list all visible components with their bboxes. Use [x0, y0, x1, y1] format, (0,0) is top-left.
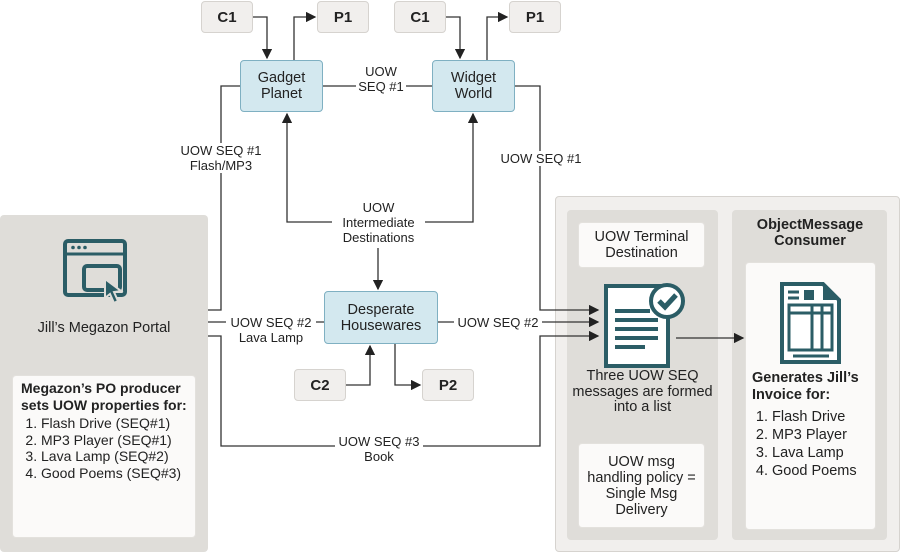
invoice-item: Good Poems: [772, 462, 874, 480]
invoice-heading: Generates Jill’s Invoice for:: [752, 370, 859, 403]
consumer-title: ObjectMessage Consumer: [756, 217, 864, 249]
label-intermediate: UOW Intermediate Destinations: [332, 200, 425, 245]
policy-box: UOW msg handling policy = Single Msg Del…: [578, 443, 705, 528]
portal-gadget-link: [208, 85, 240, 311]
terminal-caption: Three UOW SEQ messages are formed into a…: [572, 368, 713, 415]
producer-box: Megazon’s PO producer sets UOW propertie…: [12, 375, 196, 538]
label-flash-mp3: UOW SEQ #1 Flash/MP3: [172, 143, 270, 173]
portal-title: Jill’s Megazon Portal: [37, 320, 171, 336]
label-housewares-out: UOW SEQ #2: [454, 315, 542, 330]
c1-right: C1: [394, 1, 446, 33]
label-widget-out: UOW SEQ #1: [497, 151, 585, 166]
p2: P2: [422, 369, 474, 401]
invoice-item: Lava Lamp: [772, 444, 874, 462]
terminal-title: UOW Terminal Destination: [578, 222, 705, 268]
invoice-icon: [780, 282, 841, 364]
producer-item: Good Poems (SEQ#3): [41, 465, 187, 482]
producer-item: Flash Drive (SEQ#1): [41, 415, 187, 432]
producer-item: Lava Lamp (SEQ#2): [41, 448, 187, 465]
document-check-icon: [604, 283, 685, 368]
producer-heading: Megazon’s PO producer sets UOW propertie…: [21, 380, 187, 413]
widget-world: Widget World: [432, 60, 515, 112]
label-lava-lamp: UOW SEQ #2 Lava Lamp: [226, 315, 316, 345]
c1-to-widget: [446, 16, 466, 60]
gadget-planet: Gadget Planet: [240, 60, 323, 112]
desperate-housewares: Desperate Housewares: [324, 291, 438, 344]
invoice-box: Generates Jill’s Invoice for: Flash Driv…: [745, 262, 876, 530]
c1-to-gadget: [253, 16, 273, 60]
uow-diagram: C1 P1 C1 P1 Gadget Planet Widget World D…: [0, 0, 900, 552]
p1-left: P1: [317, 1, 369, 33]
gadget-to-p1: [293, 11, 317, 60]
p1-right: P1: [509, 1, 561, 33]
producer-items: Flash Drive (SEQ#1) MP3 Player (SEQ#1) L…: [21, 415, 187, 481]
c2: C2: [294, 369, 346, 401]
invoice-items: Flash Drive MP3 Player Lava Lamp Good Po…: [752, 408, 874, 480]
label-book: UOW SEQ #3 Book: [335, 434, 423, 464]
label-gadget-widget: UOW SEQ #1: [356, 64, 406, 94]
producer-item: MP3 Player (SEQ#1): [41, 432, 187, 449]
browser-pointer-icon: [63, 239, 127, 305]
c1-left: C1: [201, 1, 253, 33]
widget-to-p1: [486, 11, 509, 60]
invoice-item: MP3 Player: [772, 426, 874, 444]
invoice-item: Flash Drive: [772, 408, 874, 426]
widget-terminal-link: [515, 85, 600, 316]
